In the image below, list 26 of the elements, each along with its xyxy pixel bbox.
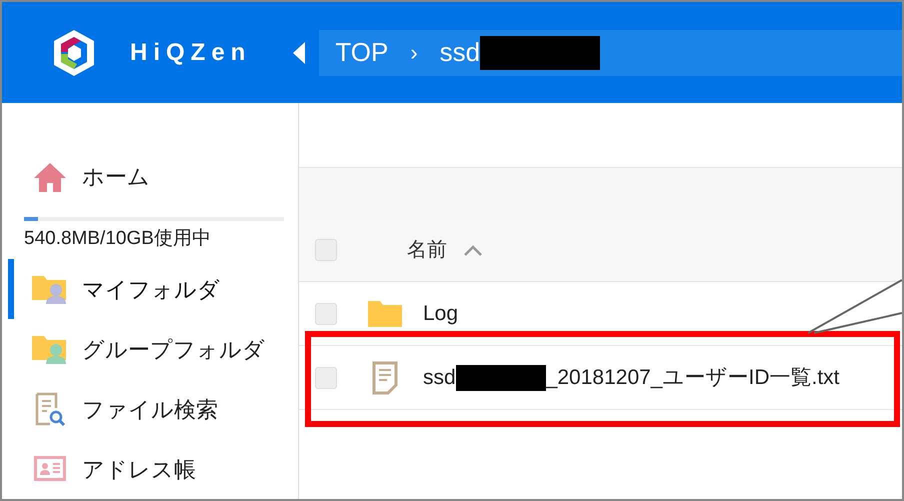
sidebar-link[interactable]: グループフォルダ <box>82 332 265 366</box>
contact-card-icon <box>34 456 66 482</box>
logo-text: HiQZen <box>130 38 252 68</box>
document-search-icon <box>34 392 66 426</box>
storage-usage-text: 540.8MB/10GB使用中 <box>24 226 212 251</box>
document-icon <box>372 360 398 394</box>
folder-name[interactable]: Log <box>423 298 458 330</box>
sort-chevron-icon[interactable] <box>463 244 483 256</box>
folder-person-icon <box>32 334 68 364</box>
folder-person-icon <box>32 274 68 304</box>
sidebar-link[interactable]: アドレス帳 <box>82 452 196 486</box>
sidebar-link[interactable]: ホーム <box>82 160 150 194</box>
sidebar-link[interactable]: ファイル検索 <box>82 392 218 426</box>
breadcrumb-separator: › <box>410 39 418 67</box>
breadcrumb-link[interactable]: TOP <box>335 33 388 72</box>
breadcrumb-link[interactable]: ssd <box>440 33 480 72</box>
checkbox[interactable] <box>315 302 337 324</box>
home-icon <box>33 162 67 192</box>
checkbox[interactable] <box>315 366 337 388</box>
file-name[interactable]: ssd <box>423 362 456 394</box>
hexagon-logo-icon <box>51 28 97 78</box>
sidebar-link[interactable]: マイフォルダ <box>82 272 220 306</box>
column-header[interactable]: 名前 <box>407 234 447 264</box>
back-arrow-icon[interactable] <box>293 42 306 64</box>
select-all-checkbox[interactable] <box>315 238 337 260</box>
folder-icon <box>368 300 402 326</box>
